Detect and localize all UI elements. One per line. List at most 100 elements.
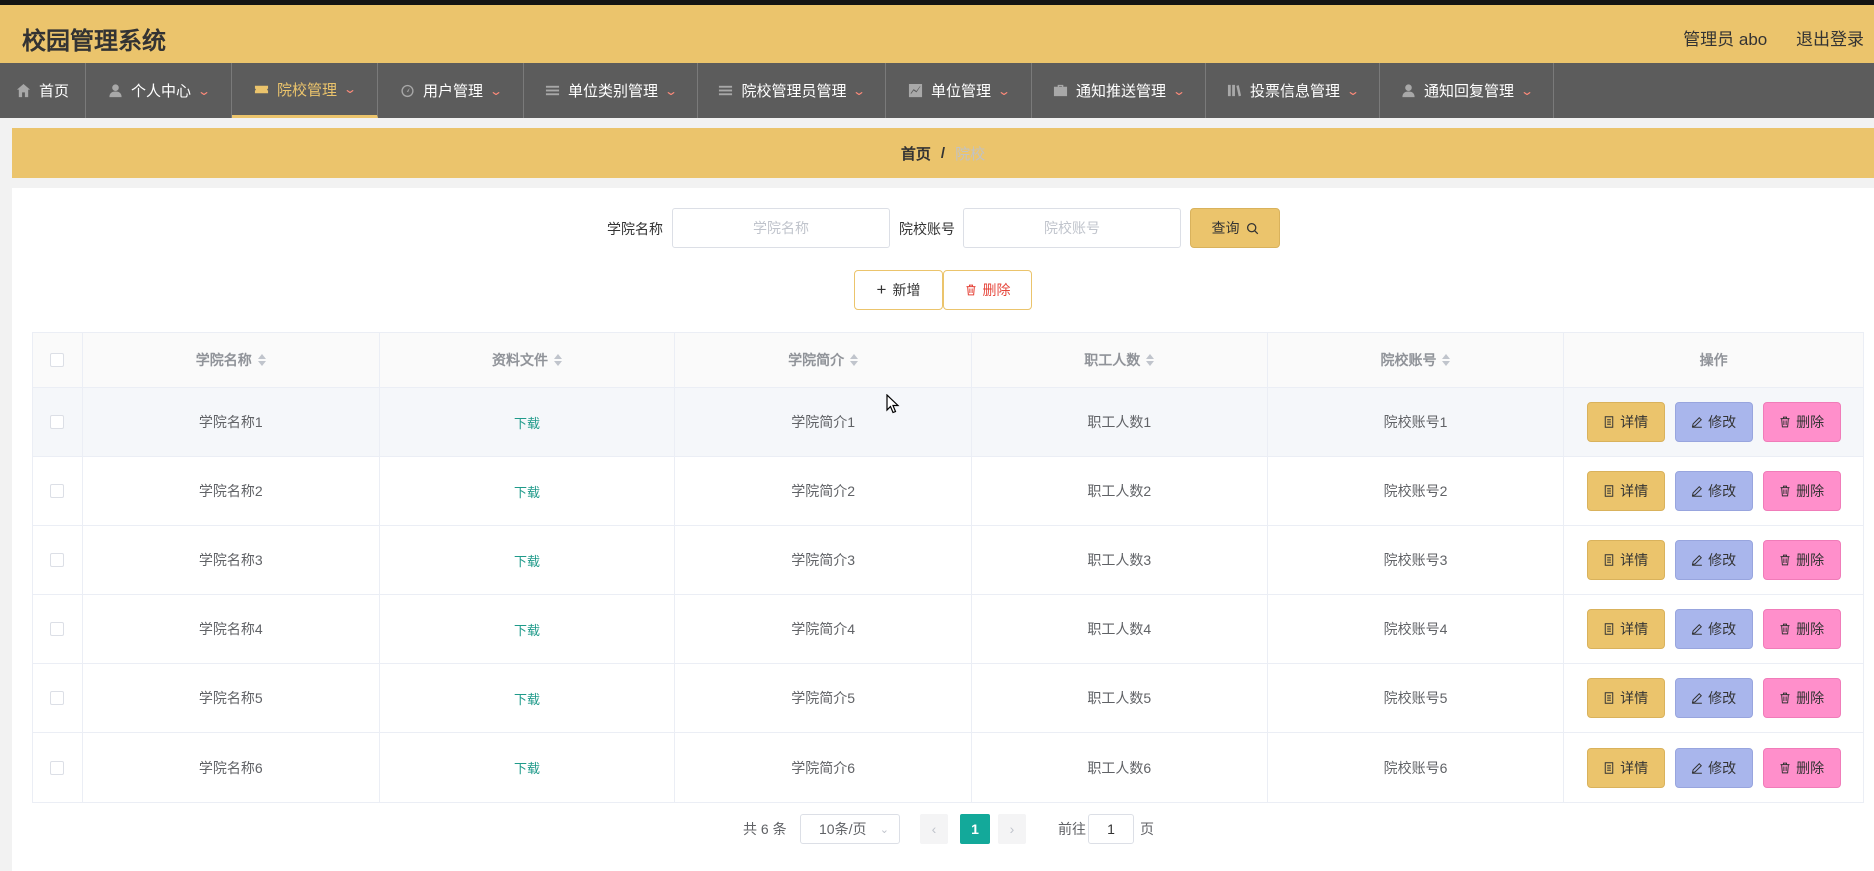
nav-item-notice-reply[interactable]: 通知回复管理 ⌄ [1380,63,1554,118]
edit-button-label: 修改 [1708,552,1737,568]
nav-item-unit-category[interactable]: 单位类别管理 ⌄ [524,63,698,118]
delete-button[interactable]: 删除 [1762,540,1841,580]
nav-item-label: 投票信息管理 [1249,83,1340,100]
query-button[interactable]: 查询 [1190,208,1280,248]
delete-button[interactable]: 删除 [1762,402,1841,442]
sort-icon[interactable] [257,354,266,366]
delete-button[interactable]: 删除 [1762,678,1841,718]
page-size-value: 10条/页 [819,821,867,837]
cell-name: 学院名称4 [83,595,380,663]
college-table: 学院名称 资料文件 学院简介 职工人数 院校账号 操作 学院名称1 下载 学院简… [32,332,1864,803]
row-checkbox[interactable] [50,415,65,429]
detail-button[interactable]: 详情 [1586,402,1665,442]
nav-item-unit[interactable]: 单位管理 ⌄ [886,63,1032,118]
college-name-input[interactable] [672,208,890,248]
batch-delete-button[interactable]: 删除 [943,270,1032,310]
sort-icon[interactable] [1442,354,1451,366]
college-account-input[interactable] [963,208,1181,248]
nav-item-home[interactable]: 首页 [0,63,86,118]
cell-intro: 学院简介5 [675,664,972,732]
edit-button[interactable]: 修改 [1674,402,1753,442]
chevron-down-icon: ⌄ [196,83,212,98]
row-checkbox[interactable] [50,553,65,567]
row-checkbox[interactable] [50,622,65,636]
total-count: 共 6 条 [743,821,787,837]
breadcrumb-current: 院校 [955,145,986,163]
cell-intro: 学院简介4 [675,595,972,663]
trash-icon [1780,554,1790,566]
column-header[interactable]: 学院简介 [675,333,972,387]
trash-icon [1780,762,1790,773]
download-link[interactable]: 下载 [514,551,540,570]
delete-button[interactable]: 删除 [1762,747,1841,788]
cell-name: 学院名称2 [83,457,380,525]
trash-icon [1780,416,1790,428]
cell-staff: 职工人数6 [972,733,1268,802]
detail-button[interactable]: 详情 [1586,609,1665,649]
nav-item-users[interactable]: 用户管理 ⌄ [378,63,524,118]
sort-icon[interactable] [553,354,562,366]
top-bar: 校园管理系统 管理员 abo 退出登录 [0,0,1874,63]
page-suffix: 页 [1140,821,1154,837]
document-icon [1604,623,1614,635]
detail-button[interactable]: 详情 [1586,471,1665,511]
chevron-down-icon: ⌄ [1171,83,1187,98]
table-row: 学院名称3 下载 学院简介3 职工人数3 院校账号3 详情 修改 删除 [33,526,1863,595]
delete-button-label: 删除 [1796,690,1825,706]
ticket-icon [254,85,269,93]
nav-item-college-admin[interactable]: 院校管理员管理 ⌄ [698,63,886,118]
college-name-label: 学院名称 [607,221,663,237]
download-link[interactable]: 下载 [514,689,540,708]
document-icon [1604,554,1614,566]
download-link[interactable]: 下载 [514,482,540,501]
cell-file: 下载 [380,457,676,525]
sort-icon[interactable] [850,354,859,366]
column-header[interactable]: 学院名称 [83,333,380,387]
edit-button[interactable]: 修改 [1674,678,1753,718]
cell-staff: 职工人数3 [972,526,1268,594]
edit-button[interactable]: 修改 [1674,609,1753,649]
cell-actions: 详情 修改 删除 [1564,457,1863,525]
delete-button[interactable]: 删除 [1762,609,1841,649]
delete-button[interactable]: 删除 [1762,471,1841,511]
download-link[interactable]: 下载 [514,620,540,639]
edit-button[interactable]: 修改 [1674,540,1753,580]
detail-button-label: 详情 [1620,690,1649,706]
detail-button[interactable]: 详情 [1586,747,1665,788]
cell-account: 院校账号4 [1268,595,1565,663]
search-icon [1246,222,1258,234]
prev-page-button[interactable]: ‹ [920,814,948,844]
row-checkbox[interactable] [50,691,65,705]
add-button[interactable]: + 新增 [854,270,943,310]
nav-item-college[interactable]: 院校管理 ⌄ [232,63,378,118]
page-size-select[interactable]: 10条/页 ⌄ [800,814,900,844]
nav-item-notice-push[interactable]: 通知推送管理 ⌄ [1032,63,1206,118]
sort-icon[interactable] [1146,354,1155,366]
breadcrumb-home[interactable]: 首页 [901,143,931,164]
delete-button-label: 删除 [1796,621,1825,637]
chevron-down-icon: ⌄ [1345,83,1361,98]
goto-page-input[interactable] [1088,814,1134,844]
download-link[interactable]: 下载 [514,758,540,777]
select-all-cell [33,333,83,387]
nav-item-profile[interactable]: 个人中心 ⌄ [86,63,232,118]
next-page-button[interactable]: › [998,814,1026,844]
detail-button[interactable]: 详情 [1586,678,1665,718]
column-header[interactable]: 资料文件 [380,333,676,387]
column-header[interactable]: 职工人数 [972,333,1268,387]
nav-item-vote[interactable]: 投票信息管理 ⌄ [1206,63,1380,118]
user-area: 管理员 abo 退出登录 [1683,25,1874,50]
column-header[interactable]: 院校账号 [1268,333,1565,387]
edit-button[interactable]: 修改 [1674,471,1753,511]
trash-icon [1780,623,1790,635]
briefcase-icon [1053,84,1068,97]
logout-link[interactable]: 退出登录 [1796,30,1864,49]
select-all-checkbox[interactable] [50,353,65,367]
row-checkbox[interactable] [50,760,65,775]
download-link[interactable]: 下载 [514,413,540,432]
row-checkbox[interactable] [50,484,65,498]
detail-button[interactable]: 详情 [1586,540,1665,580]
edit-button-label: 修改 [1708,759,1737,776]
page-number[interactable]: 1 [960,814,990,844]
edit-button[interactable]: 修改 [1674,747,1753,788]
